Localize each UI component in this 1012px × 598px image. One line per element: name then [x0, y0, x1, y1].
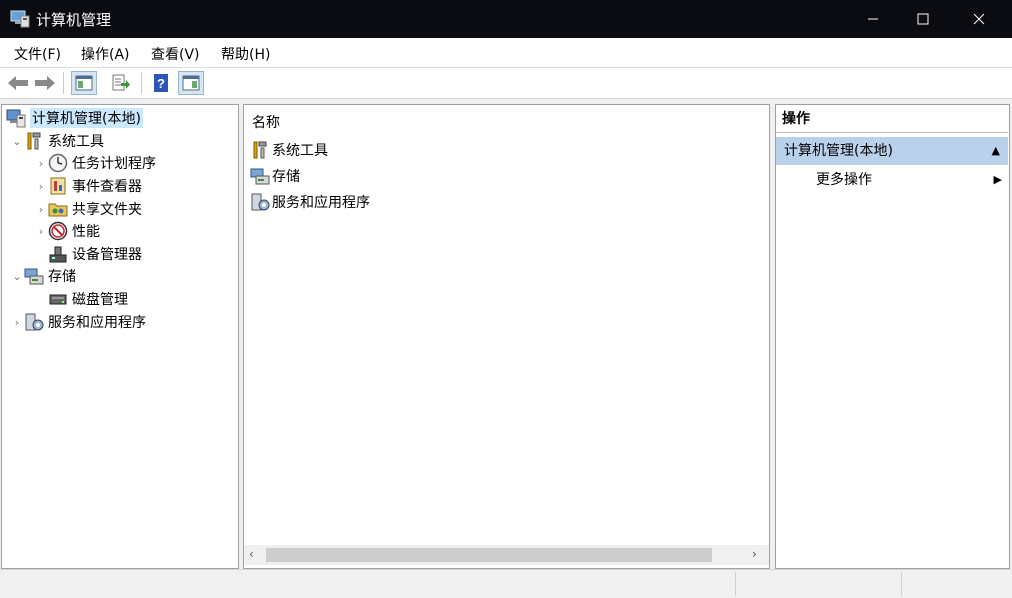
close-icon	[973, 13, 985, 25]
menu-view[interactable]: 查看(V)	[151, 44, 200, 64]
help-icon: ?	[154, 74, 168, 92]
services-icon	[251, 193, 270, 211]
action-section-computer-management[interactable]: 计算机管理(本地) ▲	[776, 137, 1008, 165]
scroll-right-icon[interactable]: ›	[752, 547, 757, 561]
tree-item-computer-management[interactable]: 计算机管理(本地)	[6, 107, 143, 129]
title-bar: 计算机管理	[0, 0, 1012, 38]
list-item-system-tools[interactable]: 系统工具	[250, 138, 328, 162]
export-list-button[interactable]	[108, 71, 134, 95]
back-button[interactable]	[5, 71, 31, 95]
horizontal-scrollbar[interactable]: ‹ ›	[244, 545, 769, 565]
column-header-name[interactable]: 名称	[252, 112, 280, 132]
results-pane: 名称 系统工具 存储 服务和应用程序 ‹ ›	[243, 104, 770, 569]
tree-item-services-applications[interactable]: › 服务和应用程序	[10, 311, 146, 333]
chevron-right-icon[interactable]: ›	[10, 311, 24, 333]
list-item-storage[interactable]: 存储	[250, 164, 300, 188]
tree-item-storage[interactable]: ⌄ 存储	[10, 265, 76, 287]
clock-icon	[48, 153, 68, 173]
console-tree-pane: 计算机管理(本地) ⌄ 系统工具 › 任务计划程序 › 事件查看器 › 共享文件…	[1, 104, 239, 569]
window-title: 计算机管理	[36, 11, 112, 29]
scroll-left-icon[interactable]: ‹	[249, 547, 254, 561]
close-button[interactable]	[954, 0, 1004, 38]
console-tree-icon	[75, 75, 93, 91]
tools-icon	[253, 141, 267, 159]
maximize-button[interactable]	[898, 0, 948, 38]
submenu-arrow-icon: ▶	[993, 173, 1002, 186]
chevron-down-icon[interactable]: ⌄	[10, 130, 24, 152]
tree-item-task-scheduler[interactable]: › 任务计划程序	[34, 152, 156, 174]
status-bar	[0, 569, 1012, 598]
tree-item-event-viewer[interactable]: › 事件查看器	[34, 175, 142, 197]
back-arrow-icon	[8, 76, 28, 90]
forward-arrow-icon	[35, 76, 55, 90]
action-pane: 操作 计算机管理(本地) ▲ 更多操作 ▶	[775, 104, 1010, 569]
more-actions-item[interactable]: 更多操作 ▶	[776, 167, 1008, 193]
chevron-down-icon[interactable]: ⌄	[10, 265, 24, 287]
tree-item-system-tools[interactable]: ⌄ 系统工具	[10, 130, 104, 152]
svg-text:?: ?	[157, 76, 165, 91]
action-pane-header: 操作	[776, 105, 1008, 133]
menu-bar: 文件(F) 操作(A) 查看(V) 帮助(H)	[0, 38, 1012, 68]
computer-management-icon	[6, 109, 26, 128]
tree-item-performance[interactable]: › 性能	[34, 220, 100, 242]
minimize-icon	[868, 18, 878, 20]
shared-folder-icon	[48, 203, 68, 217]
toolbar: ?	[0, 68, 1012, 99]
device-manager-icon	[49, 246, 67, 263]
computer-management-icon	[10, 10, 30, 28]
tree-item-disk-management[interactable]: 磁盘管理	[48, 288, 128, 310]
disk-icon	[49, 294, 67, 305]
storage-icon	[24, 268, 44, 285]
minimize-button[interactable]	[848, 0, 898, 38]
maximize-icon	[917, 13, 929, 25]
event-viewer-icon	[50, 177, 66, 195]
export-list-icon	[112, 74, 130, 91]
chevron-right-icon[interactable]: ›	[34, 152, 48, 174]
chevron-right-icon[interactable]: ›	[34, 198, 48, 220]
collapse-up-icon[interactable]: ▲	[992, 137, 1000, 165]
chevron-right-icon[interactable]: ›	[34, 220, 48, 242]
scrollbar-thumb[interactable]	[266, 548, 712, 562]
performance-icon	[48, 221, 68, 241]
list-item-services-applications[interactable]: 服务和应用程序	[250, 190, 370, 214]
action-pane-icon	[182, 75, 200, 91]
menu-action[interactable]: 操作(A)	[81, 44, 130, 64]
chevron-right-icon[interactable]: ›	[34, 175, 48, 197]
show-hide-action-pane-button[interactable]	[178, 71, 204, 95]
tree-item-device-manager[interactable]: 设备管理器	[48, 243, 142, 265]
forward-button[interactable]	[32, 71, 58, 95]
menu-file[interactable]: 文件(F)	[14, 44, 61, 64]
storage-icon	[250, 168, 270, 185]
tools-icon	[27, 132, 41, 150]
menu-help[interactable]: 帮助(H)	[221, 44, 270, 64]
show-hide-tree-button[interactable]	[71, 71, 97, 95]
help-button[interactable]: ?	[148, 71, 174, 95]
services-icon	[25, 313, 44, 331]
tree-item-shared-folders[interactable]: › 共享文件夹	[34, 198, 142, 220]
